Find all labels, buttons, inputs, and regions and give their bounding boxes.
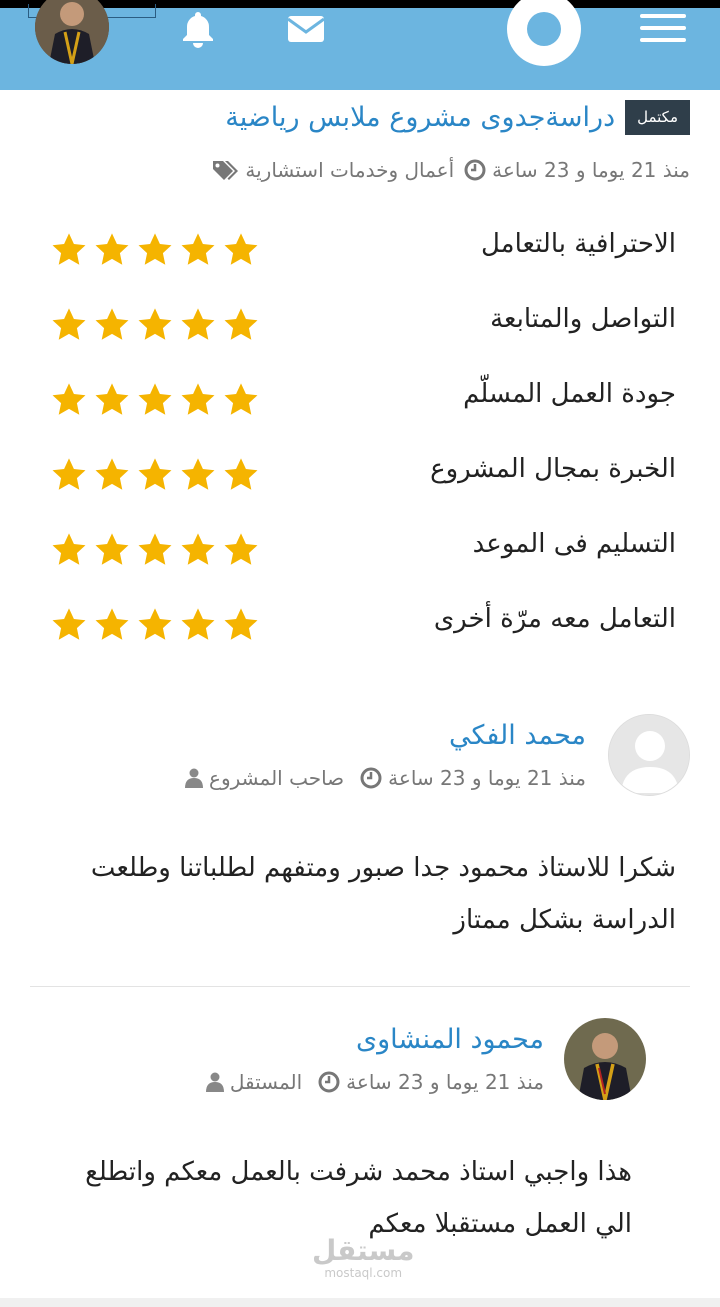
project-time: منذ 21 يوما و 23 ساعة <box>464 158 690 182</box>
comment-meta: المستقل منذ 21 يوما و 23 ساعة <box>205 1070 544 1094</box>
star-icon <box>52 458 86 490</box>
project-category[interactable]: أعمال وخدمات استشارية <box>211 158 454 182</box>
star-icon <box>52 533 86 565</box>
profile-circle-icon[interactable] <box>507 0 581 66</box>
star-icon <box>95 458 129 490</box>
project-meta: أعمال وخدمات استشارية منذ 21 يوما و 23 س… <box>211 158 690 182</box>
watermark-arabic: مستقل <box>312 1234 415 1267</box>
star-icon <box>95 308 129 340</box>
star-icon <box>52 233 86 265</box>
star-icon <box>52 383 86 415</box>
rating-label: الاحترافية بالتعامل <box>480 229 676 259</box>
star-icon <box>138 458 172 490</box>
star-icon <box>138 608 172 640</box>
star-icon <box>52 608 86 640</box>
star-icon <box>224 308 258 340</box>
rating-row: التسليم فى الموعد <box>0 515 720 590</box>
rating-stars <box>50 531 260 569</box>
rating-row: التعامل معه مرّة أخرى <box>0 590 720 665</box>
project-header: مكتمل دراسةجدوى مشروع ملابس رياضية <box>225 100 690 135</box>
star-icon <box>95 533 129 565</box>
star-icon <box>224 383 258 415</box>
rating-stars <box>50 231 260 269</box>
user-icon <box>205 1072 224 1092</box>
comment-role: المستقل <box>229 1070 303 1094</box>
rating-row: الاحترافية بالتعامل <box>0 215 720 290</box>
default-avatar-icon[interactable] <box>608 714 690 796</box>
bell-icon[interactable] <box>178 8 218 48</box>
comment-time: منذ 21 يوما و 23 ساعة <box>388 766 586 790</box>
rating-label: التواصل والمتابعة <box>490 304 676 334</box>
time-label: منذ 21 يوما و 23 ساعة <box>492 158 690 182</box>
rating-label: التسليم فى الموعد <box>472 529 676 559</box>
project-title[interactable]: دراسةجدوى مشروع ملابس رياضية <box>225 102 615 133</box>
star-icon <box>224 533 258 565</box>
star-icon <box>95 608 129 640</box>
rating-stars <box>50 606 260 644</box>
star-icon <box>52 308 86 340</box>
star-icon <box>138 308 172 340</box>
star-icon <box>224 458 258 490</box>
rating-row: الخبرة بمجال المشروع <box>0 440 720 515</box>
rating-stars <box>50 381 260 419</box>
hamburger-menu-icon[interactable] <box>640 14 686 48</box>
clock-icon <box>318 1071 340 1093</box>
star-icon <box>181 233 215 265</box>
mostaql-watermark-logo: مستقل mostaql.com <box>312 1234 415 1281</box>
star-icon <box>95 383 129 415</box>
star-icon <box>181 608 215 640</box>
rating-label: الخبرة بمجال المشروع <box>430 454 676 484</box>
comment-role: صاحب المشروع <box>209 766 345 790</box>
bottom-bar <box>0 1298 720 1307</box>
top-navigation-bar <box>0 0 720 90</box>
ratings-list: الاحترافية بالتعامل التواصل والمتابعة جودة… <box>0 215 720 665</box>
tags-icon <box>213 161 239 180</box>
freelancer-avatar[interactable] <box>564 1018 646 1100</box>
rating-row: جودة العمل المسلّم <box>0 365 720 440</box>
watermark-latin: mostaql.com <box>324 1266 403 1280</box>
clock-icon <box>360 767 382 789</box>
rating-label: جودة العمل المسلّم <box>463 379 676 409</box>
envelope-icon[interactable] <box>286 8 326 48</box>
comment-time: منذ 21 يوما و 23 ساعة <box>346 1070 544 1094</box>
comment-author-name[interactable]: محمد الفكي <box>449 720 586 751</box>
user-avatar[interactable] <box>35 0 109 64</box>
star-icon <box>224 233 258 265</box>
comment-author-name[interactable]: محمود المنشاوى <box>356 1024 544 1055</box>
star-icon <box>181 383 215 415</box>
star-icon <box>181 308 215 340</box>
star-icon <box>138 233 172 265</box>
star-icon <box>224 608 258 640</box>
category-label: أعمال وخدمات استشارية <box>245 158 455 182</box>
star-icon <box>181 458 215 490</box>
status-badge: مكتمل <box>625 100 690 135</box>
comment-item: محمد الفكي صاحب المشروع منذ 21 يوما و 23… <box>30 712 690 962</box>
clock-icon <box>464 159 486 181</box>
rating-label: التعامل معه مرّة أخرى <box>433 604 676 634</box>
comment-body: شكرا للاستاذ محمود جدا صبور ومتفهم لطلبا… <box>90 853 676 935</box>
divider <box>30 986 690 987</box>
user-icon <box>185 768 204 788</box>
rating-stars <box>50 306 260 344</box>
star-icon <box>95 233 129 265</box>
rating-row: التواصل والمتابعة <box>0 290 720 365</box>
comment-meta: صاحب المشروع منذ 21 يوما و 23 ساعة <box>185 766 586 790</box>
star-icon <box>138 533 172 565</box>
rating-stars <box>50 456 260 494</box>
star-icon <box>138 383 172 415</box>
star-icon <box>181 533 215 565</box>
